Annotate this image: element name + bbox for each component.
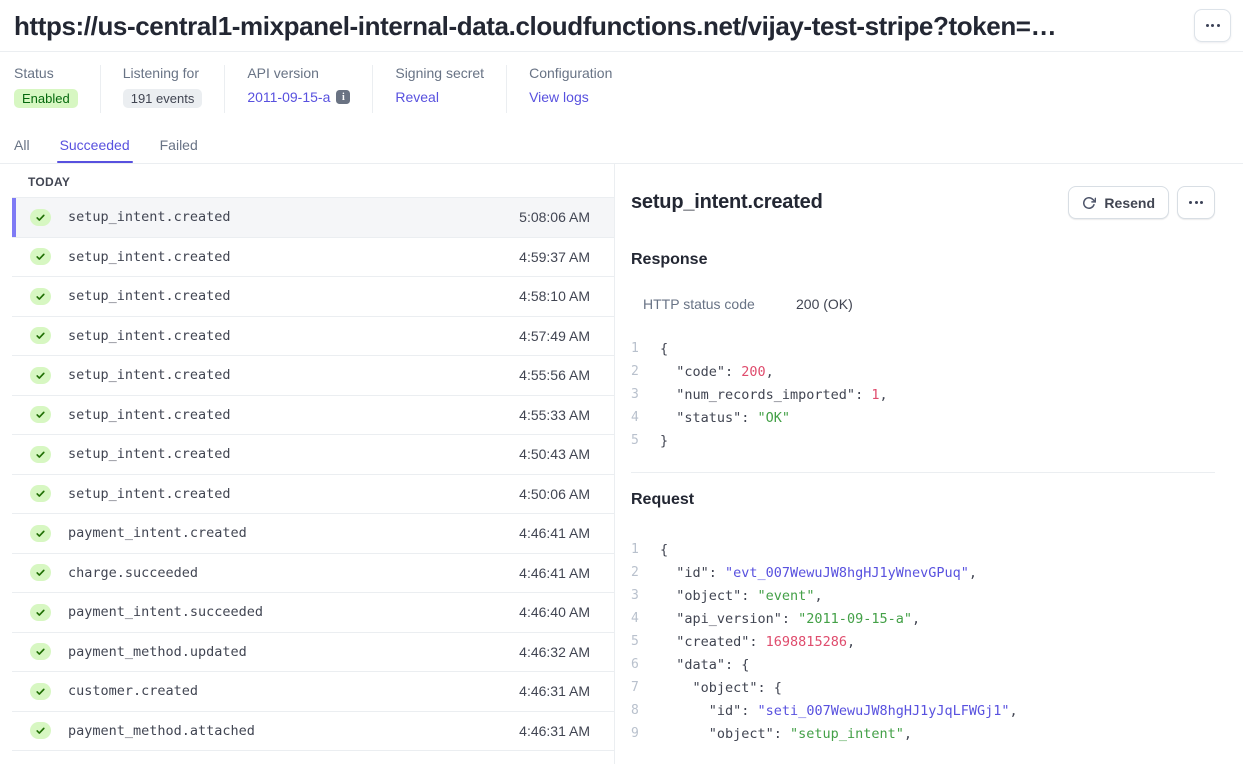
- response-code-block: 1{2 "code": 200,3 "num_records_imported"…: [631, 337, 1215, 452]
- event-row[interactable]: payment_intent.created 4:46:41 AM: [12, 514, 614, 554]
- event-time: 4:46:31 AM: [519, 683, 590, 699]
- success-check-icon: [30, 406, 51, 423]
- tab-all[interactable]: All: [14, 137, 30, 163]
- event-time: 4:57:49 AM: [519, 328, 590, 344]
- event-time: 4:55:56 AM: [519, 367, 590, 383]
- reveal-secret-link[interactable]: Reveal: [395, 89, 439, 105]
- api-version-column: API version 2011-09-15-a i: [224, 65, 372, 113]
- event-time: 4:55:33 AM: [519, 407, 590, 423]
- http-status-label: HTTP status code: [643, 296, 796, 312]
- response-heading: Response: [631, 251, 1215, 269]
- event-rows: setup_intent.created 5:08:06 AM setup_in…: [12, 198, 614, 751]
- http-status-value: 200 (OK): [796, 296, 853, 312]
- listening-label: Listening for: [123, 65, 203, 81]
- event-name: setup_intent.created: [68, 209, 231, 225]
- configuration-label: Configuration: [529, 65, 612, 81]
- event-row[interactable]: payment_method.updated 4:46:32 AM: [12, 633, 614, 673]
- event-row[interactable]: setup_intent.created 4:59:37 AM: [12, 238, 614, 278]
- event-time: 4:46:41 AM: [519, 525, 590, 541]
- event-name: payment_intent.created: [68, 525, 247, 541]
- success-check-icon: [30, 525, 51, 542]
- listening-column: Listening for 191 events: [100, 65, 225, 113]
- tab-failed[interactable]: Failed: [160, 137, 198, 163]
- overflow-icon: [1206, 24, 1209, 27]
- event-row[interactable]: setup_intent.created 4:57:49 AM: [12, 317, 614, 357]
- success-check-icon: [30, 683, 51, 700]
- page-overflow-button[interactable]: [1194, 9, 1231, 42]
- configuration-column: Configuration View logs: [506, 65, 634, 113]
- success-check-icon: [30, 446, 51, 463]
- event-row[interactable]: charge.succeeded 4:46:41 AM: [12, 554, 614, 594]
- event-time: 4:46:32 AM: [519, 644, 590, 660]
- date-group-label: TODAY: [12, 164, 614, 198]
- overflow-icon: [1189, 201, 1192, 204]
- info-icon: i: [336, 90, 350, 104]
- event-name: charge.succeeded: [68, 565, 198, 581]
- success-check-icon: [30, 643, 51, 660]
- resend-button-label: Resend: [1104, 195, 1155, 211]
- event-row[interactable]: payment_method.attached 4:46:31 AM: [12, 712, 614, 752]
- success-check-icon: [30, 209, 51, 226]
- event-time: 4:59:37 AM: [519, 249, 590, 265]
- api-version-label: API version: [247, 65, 350, 81]
- success-check-icon: [30, 485, 51, 502]
- status-label: Status: [14, 65, 78, 81]
- tab-succeeded[interactable]: Succeeded: [60, 137, 130, 163]
- event-time: 4:50:06 AM: [519, 486, 590, 502]
- event-time: 4:50:43 AM: [519, 446, 590, 462]
- section-divider: [631, 472, 1215, 473]
- event-name: setup_intent.created: [68, 407, 231, 423]
- event-detail-title: setup_intent.created: [631, 191, 1068, 214]
- page-title: https://us-central1-mixpanel-internal-da…: [14, 9, 1194, 43]
- event-time: 4:46:41 AM: [519, 565, 590, 581]
- event-detail-panel: setup_intent.created Resend Response HTT…: [615, 164, 1243, 764]
- request-heading: Request: [631, 491, 1215, 509]
- success-check-icon: [30, 288, 51, 305]
- event-time: 5:08:06 AM: [519, 209, 590, 225]
- success-check-icon: [30, 604, 51, 621]
- event-list: TODAY setup_intent.created 5:08:06 AM se…: [0, 164, 615, 764]
- api-version-link[interactable]: 2011-09-15-a: [247, 89, 330, 105]
- resend-button[interactable]: Resend: [1068, 186, 1169, 219]
- event-name: payment_method.updated: [68, 644, 247, 660]
- status-badge: Enabled: [14, 89, 78, 108]
- request-code-block: 1{2 "id": "evt_007WewuJW8hgHJ1yWnevGPuq"…: [631, 538, 1215, 745]
- event-row[interactable]: setup_intent.created 4:50:06 AM: [12, 475, 614, 515]
- event-filter-tabs: All Succeeded Failed: [0, 137, 1243, 163]
- event-name: payment_intent.succeeded: [68, 604, 263, 620]
- success-check-icon: [30, 367, 51, 384]
- event-name: setup_intent.created: [68, 249, 231, 265]
- signing-secret-column: Signing secret Reveal: [372, 65, 506, 113]
- event-row[interactable]: setup_intent.created 4:50:43 AM: [12, 435, 614, 475]
- event-name: customer.created: [68, 683, 198, 699]
- content-split: TODAY setup_intent.created 5:08:06 AM se…: [0, 163, 1243, 764]
- view-logs-link[interactable]: View logs: [529, 89, 589, 105]
- events-count-badge: 191 events: [123, 89, 203, 108]
- success-check-icon: [30, 722, 51, 739]
- event-row[interactable]: payment_intent.succeeded 4:46:40 AM: [12, 593, 614, 633]
- endpoint-status-bar: Status Enabled Listening for 191 events …: [0, 65, 1243, 113]
- event-time: 4:46:40 AM: [519, 604, 590, 620]
- event-row[interactable]: setup_intent.created 4:58:10 AM: [12, 277, 614, 317]
- event-name: setup_intent.created: [68, 288, 231, 304]
- event-row[interactable]: setup_intent.created 5:08:06 AM: [12, 198, 614, 238]
- event-name: setup_intent.created: [68, 328, 231, 344]
- endpoint-header: https://us-central1-mixpanel-internal-da…: [0, 0, 1243, 52]
- event-name: setup_intent.created: [68, 446, 231, 462]
- resend-icon: [1082, 196, 1096, 210]
- signing-secret-label: Signing secret: [395, 65, 484, 81]
- event-overflow-button[interactable]: [1177, 186, 1215, 219]
- success-check-icon: [30, 248, 51, 265]
- event-name: setup_intent.created: [68, 367, 231, 383]
- event-time: 4:58:10 AM: [519, 288, 590, 304]
- event-name: payment_method.attached: [68, 723, 255, 739]
- success-check-icon: [30, 327, 51, 344]
- status-column: Status Enabled: [14, 65, 100, 113]
- event-row[interactable]: customer.created 4:46:31 AM: [12, 672, 614, 712]
- event-row[interactable]: setup_intent.created 4:55:56 AM: [12, 356, 614, 396]
- event-row[interactable]: setup_intent.created 4:55:33 AM: [12, 396, 614, 436]
- success-check-icon: [30, 564, 51, 581]
- event-time: 4:46:31 AM: [519, 723, 590, 739]
- event-name: setup_intent.created: [68, 486, 231, 502]
